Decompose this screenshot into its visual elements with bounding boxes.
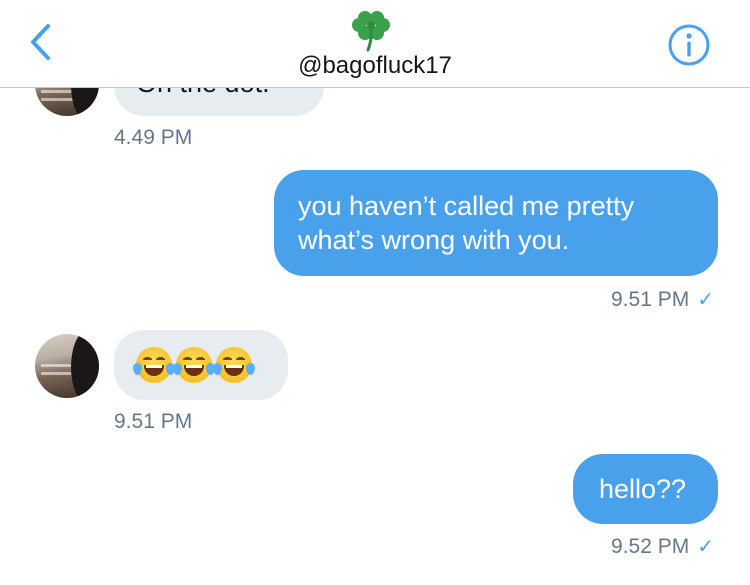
conversation-header: @bagofluck17: [0, 0, 750, 88]
message-timestamp: 4.49 PM: [114, 126, 193, 149]
timestamp-text: 9.52 PM: [611, 535, 690, 558]
sent-check-icon: ✓: [697, 289, 714, 311]
sent-check-icon: ✓: [697, 536, 714, 558]
message-bubble-outgoing[interactable]: hello??: [573, 454, 718, 524]
info-icon[interactable]: [667, 23, 711, 67]
dm-conversation-screen: On the dot. 4.49 PM you haven’t called m…: [0, 0, 750, 585]
timestamp-text: 9.51 PM: [611, 288, 690, 311]
face-with-tears-of-joy-icon: [213, 347, 255, 383]
message-text-line: you haven’t called me pretty: [298, 191, 635, 221]
face-with-tears-of-joy-icon: [173, 347, 215, 383]
face-with-tears-of-joy-icon: [133, 347, 175, 383]
avatar[interactable]: [35, 334, 99, 398]
message-timestamp: 9.51 PM: [114, 410, 193, 433]
message-timestamp: 9.52 PM ✓: [611, 534, 714, 559]
message-text: hello??: [599, 474, 687, 504]
message-bubble-incoming[interactable]: [114, 330, 288, 400]
conversation-handle[interactable]: @bagofluck17: [0, 52, 750, 80]
four-leaf-clover-icon: [352, 11, 390, 52]
message-timestamp: 9.51 PM ✓: [611, 287, 714, 312]
message-bubble-outgoing[interactable]: you haven’t called me pretty what’s wron…: [274, 170, 718, 276]
message-text-line: what’s wrong with you.: [298, 225, 570, 255]
